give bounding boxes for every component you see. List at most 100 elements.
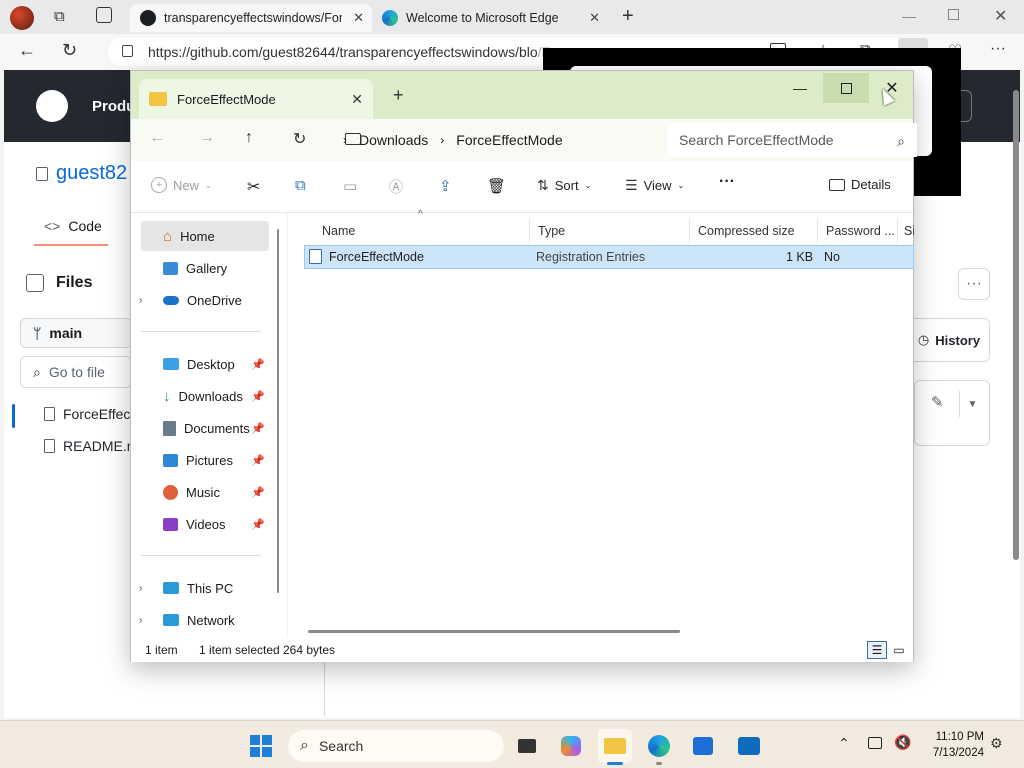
taskbar-clock[interactable]: 11:10 PM 7/13/2024 bbox=[914, 729, 984, 761]
nav-item-downloads[interactable]: ↓ Downloads 📌 bbox=[141, 381, 269, 411]
nav-item-videos[interactable]: Videos 📌 bbox=[141, 509, 269, 539]
task-view-button[interactable] bbox=[510, 729, 544, 763]
nav-item-documents[interactable]: Documents 📌 bbox=[141, 413, 269, 443]
share-icon[interactable]: ⇪ bbox=[439, 177, 452, 195]
copilot-button[interactable] bbox=[554, 729, 588, 763]
more-options-button[interactable]: ··· bbox=[719, 173, 735, 191]
nav-item-desktop[interactable]: Desktop 📌 bbox=[141, 349, 269, 379]
restore-icon[interactable] bbox=[948, 9, 959, 20]
close-tab-icon[interactable]: ✕ bbox=[351, 91, 363, 108]
pin-icon[interactable]: 📌 bbox=[251, 422, 265, 435]
search-input[interactable]: Search ForceEffectMode ⌕ bbox=[667, 123, 917, 157]
store-taskbar-button[interactable] bbox=[686, 729, 720, 763]
close-tab-icon[interactable]: ✕ bbox=[589, 10, 600, 26]
delete-icon[interactable]: 🗑 bbox=[487, 177, 506, 195]
refresh-icon[interactable]: ↻ bbox=[62, 40, 77, 61]
volume-status-icon[interactable]: 🔇 bbox=[894, 734, 911, 751]
paste-icon[interactable]: ▭ bbox=[343, 177, 357, 195]
nav-item-onedrive[interactable]: › OneDrive bbox=[139, 285, 269, 315]
details-pane-button[interactable]: Details bbox=[829, 177, 891, 192]
tab-code[interactable]: <> Code bbox=[44, 218, 102, 234]
tab-edge-welcome[interactable]: Welcome to Microsoft Edge ✕ bbox=[372, 4, 608, 32]
sort-button[interactable]: ⇅ Sort ⌄ bbox=[537, 177, 591, 194]
explorer-title-bar[interactable]: ForceEffectMode ✕ + — ✕ bbox=[131, 71, 913, 119]
explorer-tab[interactable]: ForceEffectMode ✕ bbox=[139, 79, 373, 119]
file-tree-item[interactable]: README.r bbox=[44, 438, 131, 454]
start-button[interactable] bbox=[244, 729, 278, 763]
dropdown-caret-icon[interactable]: ▼ bbox=[959, 391, 985, 417]
chevron-right-icon[interactable]: › bbox=[139, 615, 142, 626]
nav-item-gallery[interactable]: Gallery bbox=[141, 253, 269, 283]
outlook-taskbar-button[interactable] bbox=[732, 729, 766, 763]
network-status-icon[interactable] bbox=[868, 737, 882, 749]
nav-item-home[interactable]: ⌂ Home bbox=[141, 221, 269, 251]
close-tab-icon[interactable]: ✕ bbox=[353, 10, 364, 26]
tiles-view-button[interactable]: ▭ bbox=[889, 641, 909, 659]
column-header-type[interactable]: Type bbox=[530, 219, 690, 243]
repo-title[interactable]: guest82 bbox=[36, 162, 127, 185]
product-menu[interactable]: Produ bbox=[92, 98, 135, 115]
column-header-size[interactable]: Si bbox=[898, 219, 914, 243]
pin-icon[interactable]: 📌 bbox=[251, 518, 265, 531]
chevron-right-icon[interactable]: › bbox=[139, 583, 142, 594]
minimize-icon[interactable]: — bbox=[777, 73, 823, 103]
github-logo-icon[interactable] bbox=[36, 90, 68, 122]
maximize-icon[interactable] bbox=[823, 73, 869, 103]
videos-icon bbox=[163, 517, 178, 531]
column-header-password[interactable]: Password ... bbox=[818, 219, 898, 243]
cut-icon[interactable]: ✂ bbox=[247, 177, 260, 197]
history-button[interactable]: ◷ History bbox=[908, 318, 990, 362]
nav-item-network[interactable]: › Network bbox=[139, 605, 269, 635]
profile-avatar-icon[interactable] bbox=[10, 6, 34, 30]
vertical-tabs-icon[interactable] bbox=[96, 7, 112, 23]
repo-name[interactable]: guest82 bbox=[56, 162, 127, 185]
new-tab-icon[interactable]: + bbox=[622, 5, 634, 28]
workspaces-icon[interactable]: ⧉ bbox=[54, 8, 65, 25]
chevron-right-icon[interactable]: › bbox=[139, 295, 142, 306]
address-breadcrumb[interactable]: › Downloads › ForceEffectMode bbox=[333, 123, 659, 157]
more-menu-icon[interactable]: ··· bbox=[990, 40, 1006, 58]
edge-taskbar-button[interactable] bbox=[642, 729, 676, 765]
column-header-compressed-size[interactable]: Compressed size bbox=[690, 219, 818, 243]
forward-icon[interactable]: → bbox=[199, 129, 215, 147]
refresh-icon[interactable]: ↻ bbox=[293, 129, 306, 149]
details-view-button[interactable]: ☰ bbox=[867, 641, 887, 659]
table-row[interactable]: ForceEffectMode Registration Entries 1 K… bbox=[304, 245, 914, 269]
file-icon bbox=[44, 439, 55, 453]
new-button[interactable]: + New ⌄ bbox=[151, 177, 212, 193]
pin-icon[interactable]: 📌 bbox=[251, 358, 265, 371]
nav-item-music[interactable]: Music 📌 bbox=[141, 477, 269, 507]
chevron-up-icon[interactable]: ⌃ bbox=[838, 735, 850, 752]
nav-pane-scrollbar[interactable] bbox=[277, 229, 279, 593]
breadcrumb-downloads[interactable]: Downloads bbox=[359, 132, 428, 148]
copy-icon[interactable]: ⧉ bbox=[295, 177, 306, 194]
pencil-icon[interactable]: ✎ bbox=[931, 393, 944, 411]
side-panel-icon[interactable] bbox=[26, 274, 44, 292]
pin-icon[interactable]: 📌 bbox=[251, 390, 265, 403]
branch-selector[interactable]: ᛘ main bbox=[20, 318, 132, 348]
rename-icon[interactable]: Ⓐ bbox=[389, 177, 403, 197]
breadcrumb-forceeffectmode[interactable]: ForceEffectMode bbox=[456, 132, 562, 148]
more-options-button[interactable]: ··· bbox=[958, 268, 990, 300]
notification-icon[interactable]: ⚙ bbox=[990, 735, 1003, 752]
this-pc-icon bbox=[345, 133, 361, 145]
tab-github[interactable]: transparencyeffectswindows/For ✕ bbox=[130, 4, 372, 32]
back-icon[interactable]: ← bbox=[18, 40, 36, 61]
nav-item-this-pc[interactable]: › This PC bbox=[139, 573, 269, 603]
close-icon[interactable]: ✕ bbox=[994, 6, 1007, 26]
minimize-icon[interactable]: — bbox=[902, 8, 916, 24]
go-to-file-input[interactable]: ⌕ Go to file bbox=[20, 356, 132, 388]
file-tree-item[interactable]: ForceEffec bbox=[44, 406, 130, 422]
up-icon[interactable]: ↑ bbox=[245, 129, 253, 147]
pin-icon[interactable]: 📌 bbox=[251, 486, 265, 499]
pin-icon[interactable]: 📌 bbox=[251, 454, 265, 467]
page-scrollbar-thumb[interactable] bbox=[1013, 90, 1019, 560]
new-tab-icon[interactable]: + bbox=[393, 85, 404, 106]
horizontal-scrollbar[interactable] bbox=[308, 630, 680, 633]
view-button[interactable]: ☰ View ⌄ bbox=[625, 177, 684, 194]
taskbar-search[interactable]: ⌕ Search bbox=[288, 730, 504, 762]
file-explorer-taskbar-button[interactable] bbox=[598, 729, 632, 765]
nav-item-pictures[interactable]: Pictures 📌 bbox=[141, 445, 269, 475]
column-header-name[interactable]: Name bbox=[314, 219, 530, 243]
back-icon[interactable]: ← bbox=[149, 129, 165, 147]
